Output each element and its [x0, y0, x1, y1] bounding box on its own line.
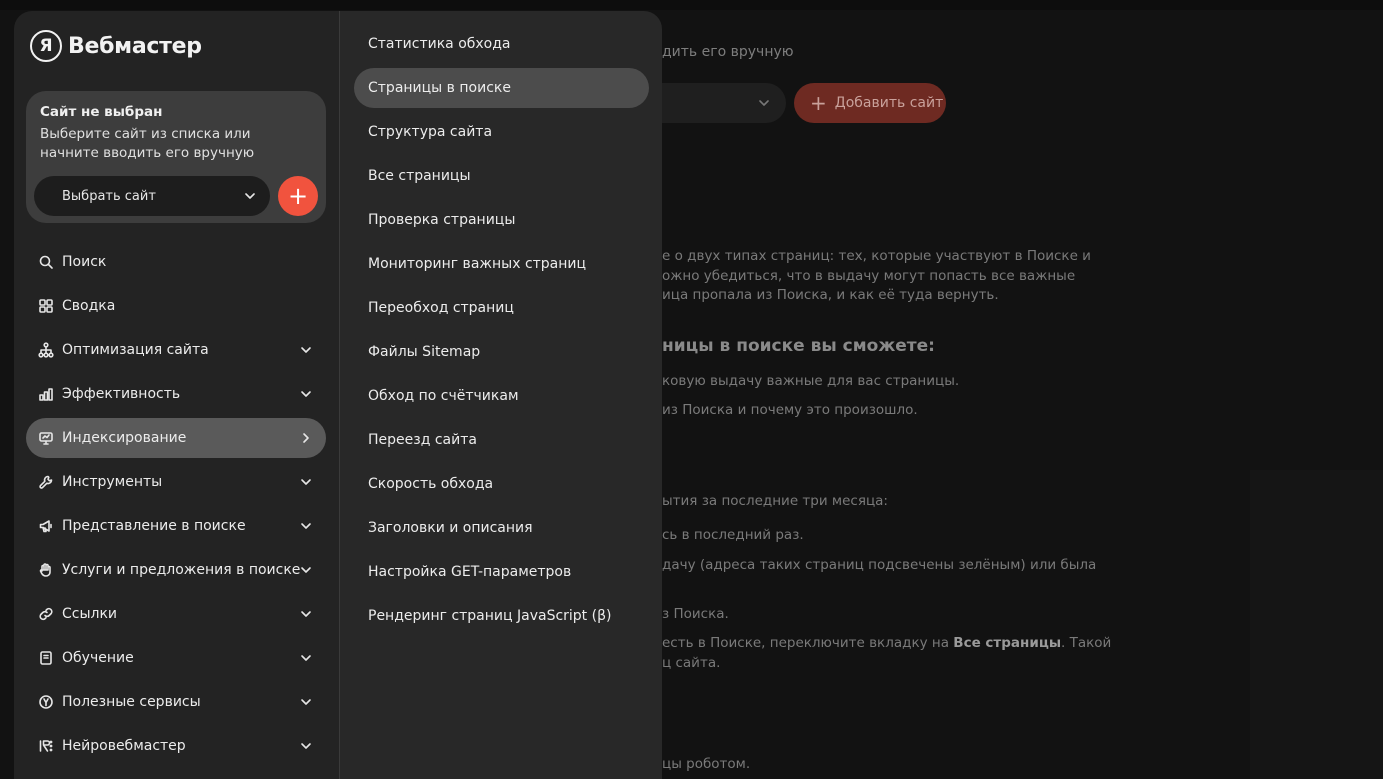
background-add-site-button: + Добавить сайт [794, 83, 946, 123]
menu-item-summary[interactable]: Сводка [26, 286, 326, 326]
neuro-icon [38, 738, 54, 754]
menu-item-label: Представление в поиске [62, 518, 246, 534]
menu-item-tools[interactable]: Инструменты [26, 462, 326, 502]
submenu-item-counter-crawl[interactable]: Обход по счётчикам [354, 376, 649, 416]
background-text: есть в Поиске, переключите вкладку на Вс… [662, 633, 1111, 653]
background-link-all-pages: Все страницы [953, 635, 1062, 651]
background-text: сь в последний раз. [662, 527, 804, 543]
menu-item-search[interactable]: Поиск [26, 242, 326, 282]
menu-item-indexing[interactable]: Индексирование [26, 418, 326, 458]
submenu-item-site-move[interactable]: Переезд сайта [354, 420, 649, 460]
chevron-down-icon [301, 699, 311, 705]
menu-item-learning[interactable]: Обучение [26, 638, 326, 678]
menu-item-useful-services[interactable]: Полезные сервисы [26, 682, 326, 722]
menu-item-search-presentation[interactable]: Представление в поиске [26, 506, 326, 546]
menu-item-label: Индексирование [62, 430, 187, 446]
background-paragraph-line: ица пропала из Поиска, и как её туда вер… [662, 287, 999, 303]
chevron-down-icon [759, 100, 769, 106]
grid-icon [38, 298, 54, 314]
indexing-submenu: Статистика обхода Страницы в поиске Стру… [339, 11, 662, 779]
menu-item-label: Инструменты [62, 474, 163, 490]
site-card-description: Выберите сайт из списка или начните ввод… [40, 126, 255, 161]
background-text: дачу (адреса таких страниц подсвечены зе… [662, 557, 1097, 573]
submenu-item-important-pages[interactable]: Мониторинг важных страниц [354, 244, 649, 284]
menu-item-label: Оптимизация сайта [62, 342, 209, 358]
submenu-item-sitemap[interactable]: Файлы Sitemap [354, 332, 649, 372]
submenu-item-all-pages[interactable]: Все страницы [354, 156, 649, 196]
menu-item-neurowebmaster[interactable]: Нейровебмастер [26, 726, 326, 766]
background-heading: ницы в поиске вы сможете: [662, 336, 935, 356]
chevron-down-icon [245, 193, 255, 199]
yandex-logo-icon: Я [30, 30, 62, 62]
plus-icon: + [810, 91, 827, 115]
chevron-down-icon [301, 567, 311, 573]
site-not-selected-card: Сайт не выбран Выберите сайт из списка и… [26, 91, 326, 223]
background-text: ытия за последние три месяца: [662, 493, 888, 509]
chevron-down-icon [301, 479, 311, 485]
submenu-item-titles-descriptions[interactable]: Заголовки и описания [354, 508, 649, 548]
menu-item-label: Нейровебмастер [62, 738, 186, 754]
submenu-item-crawl-stats[interactable]: Статистика обхода [354, 24, 649, 64]
background-text: ц сайта. [662, 655, 721, 671]
link-icon [38, 606, 54, 622]
submenu-item-site-structure[interactable]: Структура сайта [354, 112, 649, 152]
background-paragraph-line: е о двух типах страниц: тех, которые уча… [662, 248, 1091, 264]
background-paragraph-line: ожно убедиться, что в выдачу могут попас… [662, 268, 1076, 284]
main-menu: Поиск Сводка Оптимизация сайта Эффективн… [26, 242, 326, 770]
submenu-item-crawl-speed[interactable]: Скорость обхода [354, 464, 649, 504]
chevron-down-icon [301, 391, 311, 397]
chevron-down-icon [301, 743, 311, 749]
menu-item-links[interactable]: Ссылки [26, 594, 326, 634]
menu-item-label: Услуги и предложения в поиске [62, 562, 301, 578]
site-card-title: Сайт не выбран [40, 104, 163, 120]
chevron-down-icon [301, 611, 311, 617]
structure-icon [38, 342, 54, 358]
yandex-circle-icon [38, 694, 54, 710]
background-bullet: из Поиска и почему это произошло. [662, 402, 918, 418]
select-site-dropdown[interactable]: Выбрать сайт [34, 176, 270, 216]
chevron-down-icon [301, 347, 311, 353]
submenu-item-page-check[interactable]: Проверка страницы [354, 200, 649, 240]
background-text: з Поиска. [662, 606, 729, 622]
chevron-down-icon [301, 523, 311, 529]
select-site-label: Выбрать сайт [62, 188, 156, 204]
search-icon [38, 254, 54, 270]
navigation-panel: Я Вебмастер Сайт не выбран Выберите сайт… [14, 11, 339, 779]
background-text: цы роботом. [662, 756, 751, 772]
menu-item-label: Обучение [62, 650, 134, 666]
webmaster-logo[interactable]: Я Вебмастер [30, 30, 202, 62]
submenu-item-get-params[interactable]: Настройка GET-параметров [354, 552, 649, 592]
menu-item-label: Поиск [62, 254, 107, 270]
menu-item-label: Сводка [62, 298, 116, 314]
background-text-part: есть в Поиске, переключите вкладку на [662, 635, 954, 651]
chevron-down-icon [301, 655, 311, 661]
menu-item-label: Ссылки [62, 606, 118, 622]
background-hint: дить его вручную [662, 44, 794, 60]
logo-text: Вебмастер [68, 33, 202, 59]
background-add-site-label: Добавить сайт [834, 95, 944, 111]
book-icon [38, 650, 54, 666]
menu-item-efficiency[interactable]: Эффективность [26, 374, 326, 414]
background-bullet: ковую выдачу важные для вас страницы. [662, 373, 960, 389]
menu-item-label: Полезные сервисы [62, 694, 201, 710]
menu-item-optimization[interactable]: Оптимизация сайта [26, 330, 326, 370]
add-site-button[interactable]: + [278, 176, 318, 216]
submenu-item-js-rendering[interactable]: Рендеринг страниц JavaScript (β) [354, 596, 649, 636]
menu-item-services-offers[interactable]: Услуги и предложения в поиске [26, 550, 326, 590]
megaphone-icon [38, 518, 54, 534]
bar-chart-icon [38, 386, 54, 402]
menu-item-label: Эффективность [62, 386, 181, 402]
submenu-item-pages-in-search[interactable]: Страницы в поиске [354, 68, 649, 108]
wrench-icon [38, 474, 54, 490]
background-text-part: . Такой [1061, 635, 1112, 651]
hand-icon [38, 562, 54, 578]
background-side-panel [1250, 470, 1383, 779]
submenu-item-recrawl[interactable]: Переобход страниц [354, 288, 649, 328]
chevron-right-icon [303, 433, 309, 443]
monitor-icon [38, 430, 54, 446]
